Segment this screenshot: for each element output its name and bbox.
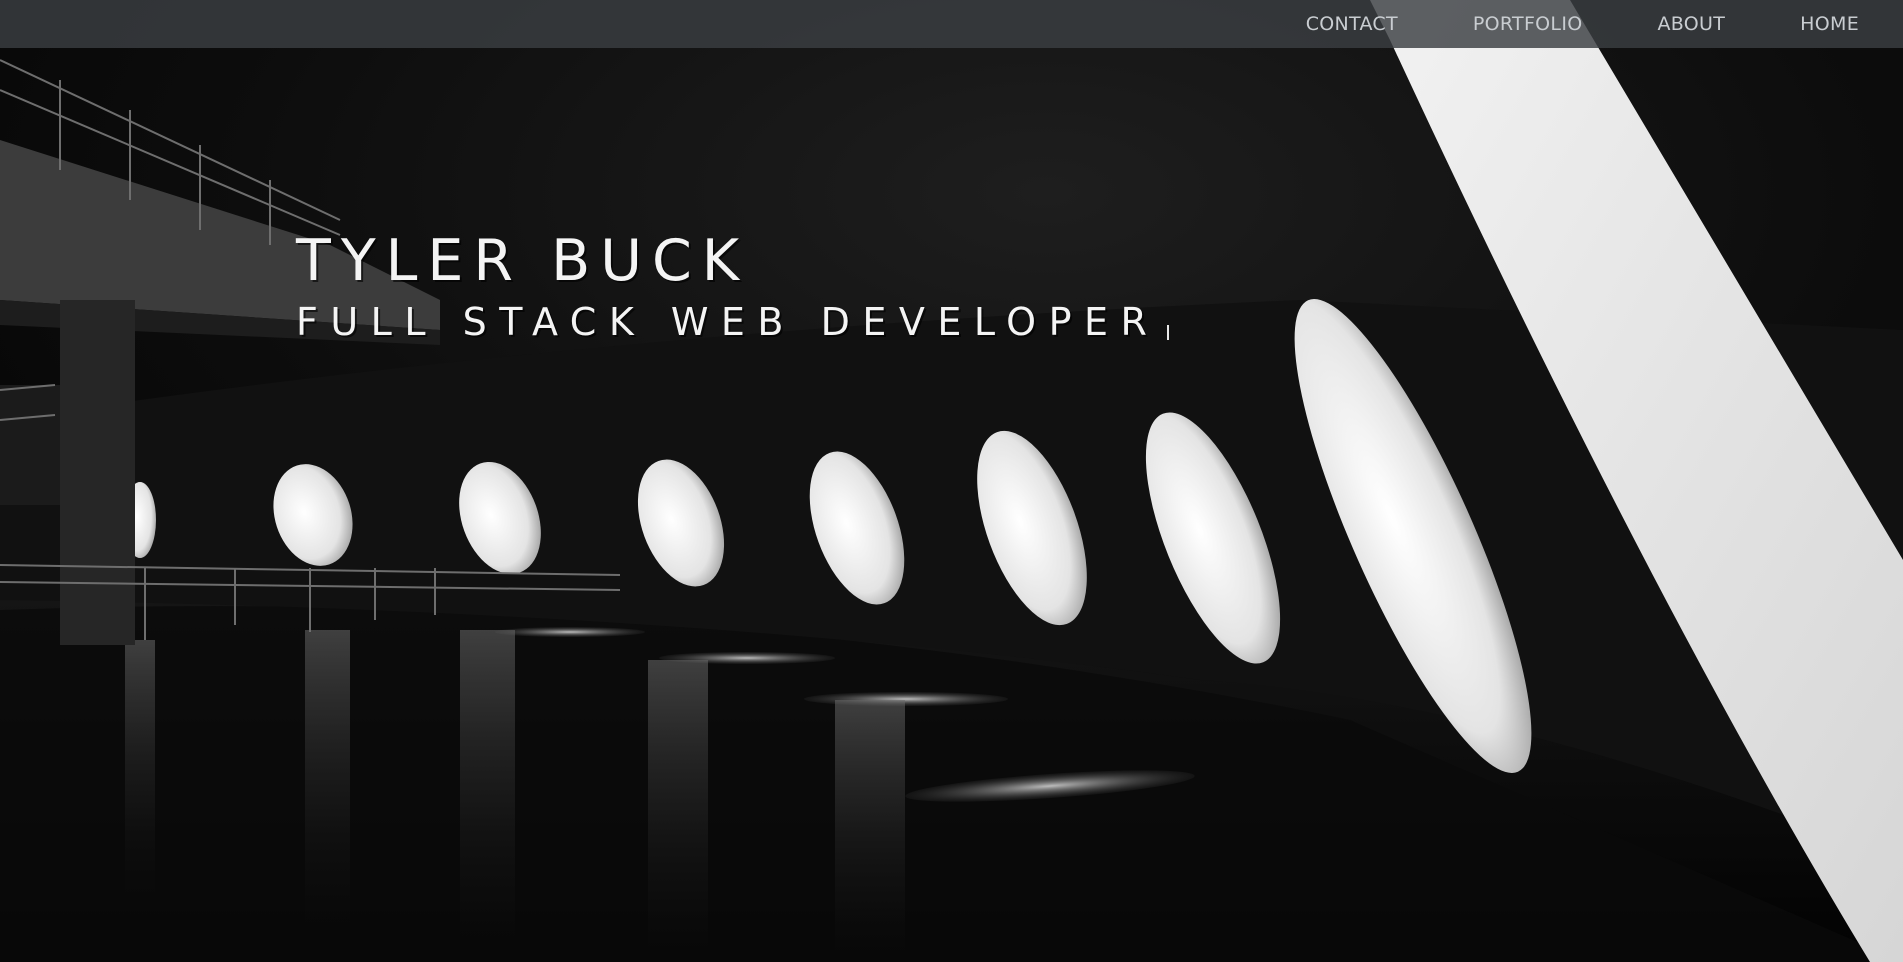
nav-item-portfolio: PORTFOLIO (1473, 13, 1583, 35)
navbar: CONTACT PORTFOLIO ABOUT HOME (0, 0, 1903, 48)
hero-background-image (0, 0, 1903, 962)
nav-link-contact[interactable]: CONTACT (1306, 13, 1398, 35)
page: CONTACT PORTFOLIO ABOUT HOME TYLER BUCK … (0, 0, 1903, 962)
hero-title: FULL STACK WEB DEVELOPER (296, 300, 1160, 344)
typing-cursor (1167, 325, 1170, 340)
nav-link-about[interactable]: ABOUT (1657, 13, 1725, 35)
nav-menu: CONTACT PORTFOLIO ABOUT HOME (1306, 0, 1859, 48)
nav-item-about: ABOUT (1657, 13, 1725, 35)
nav-link-portfolio[interactable]: PORTFOLIO (1473, 13, 1583, 35)
hero-text: TYLER BUCK FULL STACK WEB DEVELOPER (296, 228, 1170, 346)
nav-link-home[interactable]: HOME (1800, 13, 1859, 35)
nav-item-home: HOME (1800, 13, 1859, 35)
hero-title-row: FULL STACK WEB DEVELOPER (296, 298, 1170, 346)
nav-item-contact: CONTACT (1306, 13, 1398, 35)
hero-name: TYLER BUCK (296, 228, 750, 294)
